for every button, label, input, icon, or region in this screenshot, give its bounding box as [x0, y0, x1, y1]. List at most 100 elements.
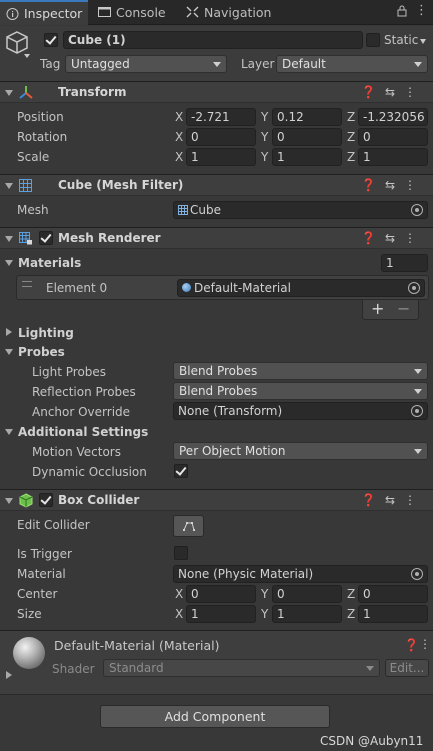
- probes-foldout-icon[interactable]: [5, 349, 13, 355]
- axis-x-label: X: [175, 110, 184, 124]
- mesh-renderer-header[interactable]: Mesh Renderer ❓⇆⋮: [0, 227, 433, 249]
- motion-vectors-dropdown[interactable]: Per Object Motion: [173, 442, 428, 460]
- static-dropdown-caret[interactable]: [420, 39, 426, 44]
- context-menu-icon[interactable]: ⋮: [404, 231, 425, 245]
- object-picker-icon[interactable]: [411, 405, 423, 417]
- drag-handle-icon[interactable]: [22, 281, 32, 287]
- size-y-field[interactable]: 1: [272, 605, 342, 623]
- material-foldout-icon[interactable]: [6, 671, 12, 679]
- material-element-field[interactable]: Default-Material: [177, 279, 425, 297]
- rotation-z-field[interactable]: 0: [358, 128, 428, 146]
- object-picker-icon[interactable]: [411, 204, 423, 216]
- lighting-foldout-icon[interactable]: [6, 328, 12, 336]
- light-probes-label: Light Probes: [32, 365, 107, 379]
- position-y-field[interactable]: 0.12: [272, 108, 342, 126]
- anchor-override-field[interactable]: None (Transform): [173, 402, 428, 420]
- component-header-icons[interactable]: ❓⇆⋮: [361, 231, 425, 245]
- help-icon[interactable]: ❓: [361, 178, 385, 192]
- help-icon[interactable]: ❓: [361, 493, 385, 507]
- preset-icon[interactable]: ⇆: [385, 178, 404, 192]
- reflection-probes-dropdown[interactable]: Blend Probes: [173, 382, 428, 400]
- material-preview-sphere[interactable]: [13, 637, 45, 669]
- context-menu-icon[interactable]: ⋮: [404, 85, 425, 99]
- console-icon: [98, 7, 111, 17]
- shader-dropdown[interactable]: Standard: [103, 659, 380, 677]
- transform-header[interactable]: Transform ❓⇆⋮: [0, 81, 433, 103]
- axis-y-label: Y: [261, 150, 269, 164]
- component-title: Box Collider: [58, 493, 140, 507]
- foldout-arrow-icon: [5, 236, 13, 242]
- size-z-field[interactable]: 1: [358, 605, 428, 623]
- mesh-grid-icon: [178, 205, 188, 215]
- add-component-button[interactable]: Add Component: [100, 705, 330, 728]
- dynamic-occlusion-label: Dynamic Occlusion: [32, 465, 147, 479]
- position-x-field[interactable]: -2.721: [186, 108, 256, 126]
- object-name-field[interactable]: Cube (1): [63, 31, 363, 49]
- chevron-down-icon: [414, 369, 422, 374]
- tab-inspector[interactable]: Inspector: [0, 0, 88, 25]
- is-trigger-checkbox[interactable]: [174, 546, 188, 560]
- lock-icon[interactable]: [397, 5, 407, 20]
- context-menu-icon[interactable]: ⋮: [404, 493, 425, 507]
- scale-x-field[interactable]: 1: [186, 148, 256, 166]
- materials-count-field[interactable]: 1: [381, 254, 428, 272]
- component-header-icons[interactable]: ❓⇆⋮: [361, 178, 425, 192]
- size-x-field[interactable]: 1: [186, 605, 256, 623]
- axis-z-label: Z: [347, 587, 356, 601]
- remove-element-button[interactable]: −: [397, 299, 410, 318]
- probes-label[interactable]: Probes: [18, 345, 65, 359]
- help-icon[interactable]: ❓: [404, 638, 419, 652]
- rotation-x-field[interactable]: 0: [186, 128, 256, 146]
- help-icon[interactable]: ❓: [361, 231, 385, 245]
- reflection-probes-label: Reflection Probes: [32, 385, 136, 399]
- mesh-filter-header[interactable]: Cube (Mesh Filter) ❓⇆⋮: [0, 174, 433, 196]
- icon-dropdown-caret[interactable]: [24, 54, 30, 58]
- light-probes-dropdown[interactable]: Blend Probes: [173, 362, 428, 380]
- physic-material-field[interactable]: None (Physic Material): [173, 565, 428, 583]
- component-title: Transform: [58, 85, 127, 99]
- dynamic-occlusion-checkbox[interactable]: [174, 464, 188, 478]
- scale-z-field[interactable]: 1: [358, 148, 428, 166]
- additional-settings-label[interactable]: Additional Settings: [18, 425, 148, 439]
- mesh-object-field[interactable]: Cube: [173, 201, 428, 219]
- lighting-label[interactable]: Lighting: [18, 326, 74, 340]
- context-menu-icon[interactable]: ⋮: [404, 178, 425, 192]
- add-element-button[interactable]: +: [371, 299, 384, 318]
- box-collider-header[interactable]: Box Collider ❓⇆⋮: [0, 489, 433, 511]
- position-z-field[interactable]: -1.232056: [358, 108, 428, 126]
- transform-axes-icon: [19, 86, 33, 99]
- active-toggle[interactable]: [44, 33, 58, 47]
- materials-label: Materials: [18, 256, 82, 270]
- tab-console[interactable]: Console: [92, 0, 180, 25]
- preset-icon[interactable]: ⇆: [385, 85, 404, 99]
- additional-settings-foldout-icon[interactable]: [5, 429, 13, 435]
- object-picker-icon[interactable]: [408, 282, 420, 294]
- mesh-renderer-enabled-checkbox[interactable]: [39, 231, 53, 245]
- component-header-icons[interactable]: ❓⇆⋮: [361, 85, 425, 99]
- rotation-y-field[interactable]: 0: [272, 128, 342, 146]
- center-y-field[interactable]: 0: [272, 585, 342, 603]
- menu-kebab-icon[interactable]: ⋮: [415, 3, 428, 18]
- layer-dropdown[interactable]: Default: [276, 55, 428, 73]
- edit-collider-button[interactable]: [173, 515, 204, 537]
- preset-icon[interactable]: ⇆: [385, 231, 404, 245]
- tag-dropdown[interactable]: Untagged: [65, 55, 227, 73]
- center-z-field[interactable]: 0: [358, 585, 428, 603]
- foldout-arrow-icon: [5, 498, 13, 504]
- context-menu-icon[interactable]: ⋮: [419, 637, 431, 651]
- center-x-field[interactable]: 0: [186, 585, 256, 603]
- scale-y-field[interactable]: 1: [272, 148, 342, 166]
- help-icon[interactable]: ❓: [361, 85, 385, 99]
- preset-icon[interactable]: ⇆: [385, 493, 404, 507]
- edit-shader-button[interactable]: Edit...: [385, 659, 429, 677]
- tag-value: Untagged: [71, 57, 130, 71]
- axis-z-label: Z: [347, 130, 356, 144]
- mesh-renderer-icon: [19, 232, 32, 245]
- info-icon: [6, 8, 19, 20]
- box-collider-enabled-checkbox[interactable]: [39, 493, 53, 507]
- materials-foldout-icon[interactable]: [5, 260, 13, 266]
- component-header-icons[interactable]: ❓⇆⋮: [361, 493, 425, 507]
- static-checkbox[interactable]: [366, 33, 380, 47]
- object-picker-icon[interactable]: [411, 568, 423, 580]
- tab-navigation[interactable]: Navigation: [180, 0, 280, 25]
